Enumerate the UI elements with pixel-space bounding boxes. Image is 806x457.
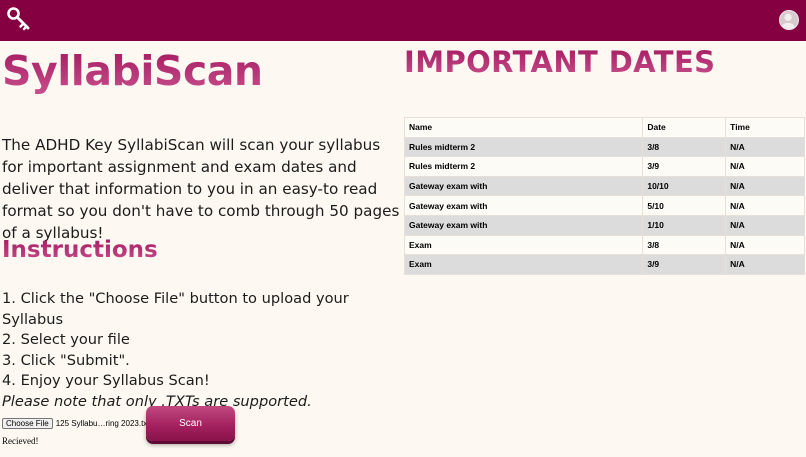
cell-name: Gateway exam with xyxy=(403,195,644,216)
cell-name: Exam xyxy=(403,254,644,275)
cell-time: N/A xyxy=(725,136,805,158)
column-header-name: Name xyxy=(403,117,644,138)
upload-status: Recieved! xyxy=(2,436,39,446)
cell-name: Gateway exam with xyxy=(403,175,644,197)
cell-date: 3/8 xyxy=(642,234,727,256)
instruction-step: 2. Select your file xyxy=(2,331,130,349)
cell-date: 1/10 xyxy=(642,214,727,236)
intro-text: The ADHD Key SyllabiScan will scan your … xyxy=(2,136,400,242)
instruction-step: 3. Click "Submit". xyxy=(2,351,130,369)
cell-name: Exam xyxy=(403,234,644,256)
cell-time: N/A xyxy=(725,195,805,216)
choose-file-button[interactable]: Choose File xyxy=(2,417,53,429)
user-avatar-icon[interactable] xyxy=(779,10,799,30)
scan-button[interactable]: Scan xyxy=(146,406,235,441)
table-row: Exam 3/8 N/A xyxy=(403,234,805,256)
table-row: Gateway exam with 5/10 N/A xyxy=(403,195,805,216)
table-header-row: Name Date Time xyxy=(403,117,805,138)
cell-date: 10/10 xyxy=(642,175,727,197)
cell-date: 3/9 xyxy=(642,156,727,177)
table-row: Gateway exam with 10/10 N/A xyxy=(403,175,805,197)
page-title: SyllabiScan xyxy=(2,47,263,95)
cell-date: 3/9 xyxy=(642,254,727,275)
instruction-step: 1. Click the "Choose File" button to upl… xyxy=(2,290,349,328)
cell-time: N/A xyxy=(725,234,805,256)
cell-time: N/A xyxy=(725,214,805,236)
instructions-heading: Instructions xyxy=(2,237,158,263)
file-input[interactable]: Choose File 125 Syllabu…ring 2023.txt xyxy=(2,416,150,430)
selected-file-name: 125 Syllabu…ring 2023.txt xyxy=(55,418,150,428)
cell-time: N/A xyxy=(725,254,805,275)
cell-name: Rules midterm 2 xyxy=(403,156,644,177)
key-icon[interactable] xyxy=(6,6,32,32)
column-header-date: Date xyxy=(642,117,727,138)
cell-name: Rules midterm 2 xyxy=(403,136,644,158)
table-row: Rules midterm 2 3/8 N/A xyxy=(403,136,805,158)
table-row: Exam 3/9 N/A xyxy=(403,254,805,275)
cell-name: Gateway exam with xyxy=(403,214,644,236)
cell-time: N/A xyxy=(725,175,805,197)
table-row: Rules midterm 2 3/9 N/A xyxy=(403,156,805,177)
instructions-list: 1. Click the "Choose File" button to upl… xyxy=(2,289,400,413)
cell-date: 5/10 xyxy=(642,195,727,216)
important-dates-table: Name Date Time Rules midterm 2 3/8 N/A R… xyxy=(403,117,805,275)
column-header-time: Time xyxy=(725,117,805,138)
instruction-step: 4. Enjoy your Syllabus Scan! xyxy=(2,372,210,390)
cell-time: N/A xyxy=(725,156,805,177)
top-nav-bar xyxy=(0,0,806,41)
important-dates-heading: IMPORTANT DATES xyxy=(404,45,716,79)
cell-date: 3/8 xyxy=(642,136,727,158)
table-row: Gateway exam with 1/10 N/A xyxy=(403,214,805,236)
